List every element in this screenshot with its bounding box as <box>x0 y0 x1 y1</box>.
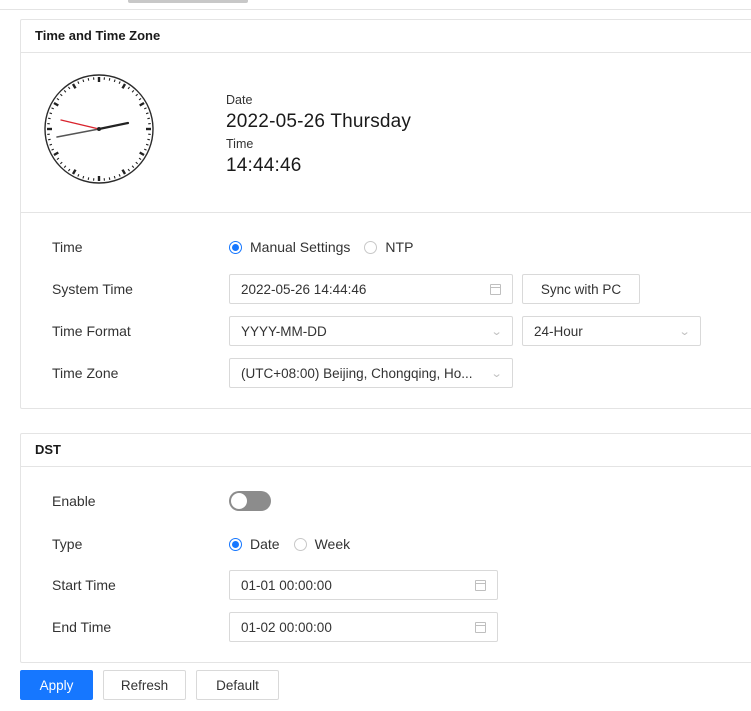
date-format-value: YYYY-MM-DD <box>241 323 327 339</box>
clock-tick <box>82 79 85 83</box>
radio-week[interactable]: Week <box>293 536 351 552</box>
hour-format-value: 24-Hour <box>534 323 583 339</box>
time-zone-controls: (UTC+08:00) Beijing, Chongqing, Ho... ⌄ <box>229 357 513 389</box>
dst-enable-row: Enable <box>21 485 751 517</box>
clock-tick <box>113 175 116 179</box>
chevron-down-icon: ⌄ <box>678 325 691 338</box>
time-zone-value: (UTC+08:00) Beijing, Chongqing, Ho... <box>241 365 473 381</box>
radio-selected-icon <box>229 537 242 551</box>
clock-tick <box>147 117 150 120</box>
dst-enable-controls <box>229 485 271 517</box>
time-format-controls: YYYY-MM-DD ⌄ 24-Hour ⌄ <box>229 315 701 347</box>
clock-tick <box>108 177 111 180</box>
radio-manual-label: Manual Settings <box>250 239 351 255</box>
end-time-picker[interactable]: 01-02 00:00:00 <box>229 612 498 642</box>
start-time-value: 01-01 00:00:00 <box>241 577 332 593</box>
radio-unselected-icon <box>293 537 307 551</box>
clock-tick <box>49 143 53 146</box>
refresh-button[interactable]: Refresh <box>103 670 186 700</box>
chevron-down-icon: ⌄ <box>490 367 503 380</box>
system-time-row: System Time 2022-05-26 14:44:46 Sync wit… <box>21 273 751 305</box>
dst-start-controls: 01-01 00:00:00 <box>229 569 498 601</box>
date-format-select[interactable]: YYYY-MM-DD ⌄ <box>229 316 513 346</box>
system-time-label: System Time <box>52 281 133 297</box>
dst-enable-toggle[interactable] <box>229 491 271 511</box>
date-value: 2022-05-26 Thursday <box>226 111 412 132</box>
footer-actions: Apply Refresh Default <box>20 670 279 700</box>
clock-tick <box>145 112 149 115</box>
time-format-row: Time Format YYYY-MM-DD ⌄ 24-Hour ⌄ <box>21 315 751 347</box>
hour-format-select[interactable]: 24-Hour ⌄ <box>522 316 701 346</box>
apply-button[interactable]: Apply <box>20 670 93 700</box>
dst-panel: DST Enable Type Date Week Start Time 01-… <box>20 433 751 663</box>
time-mode-label: Time <box>52 239 83 255</box>
panel-title: Time and Time Zone <box>21 20 751 53</box>
dst-start-label: Start Time <box>52 577 116 593</box>
radio-unselected-icon <box>364 240 378 254</box>
calendar-icon <box>475 579 486 591</box>
sync-with-pc-button[interactable]: Sync with PC <box>522 274 640 304</box>
dst-type-label: Type <box>52 536 83 552</box>
clock-tick <box>49 112 53 115</box>
clock-divider <box>21 212 751 213</box>
start-time-picker[interactable]: 01-01 00:00:00 <box>229 570 498 600</box>
system-time-value: 2022-05-26 14:44:46 <box>241 281 367 297</box>
clock-tick <box>82 175 85 179</box>
clock-tick <box>48 117 51 120</box>
radio-week-label: Week <box>314 536 351 552</box>
dst-end-label: End Time <box>52 619 112 635</box>
chevron-down-icon: ⌄ <box>490 325 503 338</box>
analog-clock <box>44 74 154 184</box>
dst-end-controls: 01-02 00:00:00 <box>229 611 498 643</box>
clock-tick <box>108 78 111 81</box>
panel-title: DST <box>21 434 751 467</box>
time-value: 14:44:46 <box>226 155 302 176</box>
clock-tick <box>87 177 90 180</box>
time-zone-panel: Time and Time Zone Date 2022-05-26 Thurs… <box>20 19 751 409</box>
end-time-value: 01-02 00:00:00 <box>241 619 332 635</box>
time-mode-row: Time Manual Settings NTP <box>21 231 751 263</box>
radio-manual-settings[interactable]: Manual Settings <box>229 239 350 255</box>
time-mode-radio-group: Manual Settings NTP <box>229 231 427 263</box>
radio-date[interactable]: Date <box>229 536 280 552</box>
time-zone-select[interactable]: (UTC+08:00) Beijing, Chongqing, Ho... ⌄ <box>229 358 513 388</box>
calendar-icon <box>475 621 486 633</box>
clock-tick <box>145 143 149 146</box>
dst-type-radio-group: Date Week <box>229 528 364 560</box>
clock-tick <box>113 79 116 83</box>
time-label: Time <box>226 137 254 151</box>
dst-start-row: Start Time 01-01 00:00:00 <box>21 569 751 601</box>
clock-tick <box>87 78 90 81</box>
time-zone-label: Time Zone <box>52 365 119 381</box>
radio-ntp[interactable]: NTP <box>364 239 413 255</box>
time-format-label: Time Format <box>52 323 131 339</box>
dst-end-row: End Time 01-02 00:00:00 <box>21 611 751 643</box>
radio-ntp-label: NTP <box>385 239 414 255</box>
calendar-icon <box>490 283 501 295</box>
default-button[interactable]: Default <box>196 670 279 700</box>
top-divider <box>0 9 751 10</box>
time-zone-row: Time Zone (UTC+08:00) Beijing, Chongqing… <box>21 357 751 389</box>
clock-tick <box>48 138 51 141</box>
dst-type-row: Type Date Week <box>21 528 751 560</box>
system-time-controls: 2022-05-26 14:44:46 Sync with PC <box>229 273 640 305</box>
dst-enable-label: Enable <box>52 493 96 509</box>
date-label: Date <box>226 93 253 107</box>
system-time-picker[interactable]: 2022-05-26 14:44:46 <box>229 274 513 304</box>
radio-date-label: Date <box>250 536 280 552</box>
top-scroll-sliver <box>128 0 248 3</box>
radio-selected-icon <box>229 240 242 254</box>
clock-tick <box>147 138 150 141</box>
current-datetime: Date 2022-05-26 Thursday Time 14:44:46 <box>226 93 411 177</box>
